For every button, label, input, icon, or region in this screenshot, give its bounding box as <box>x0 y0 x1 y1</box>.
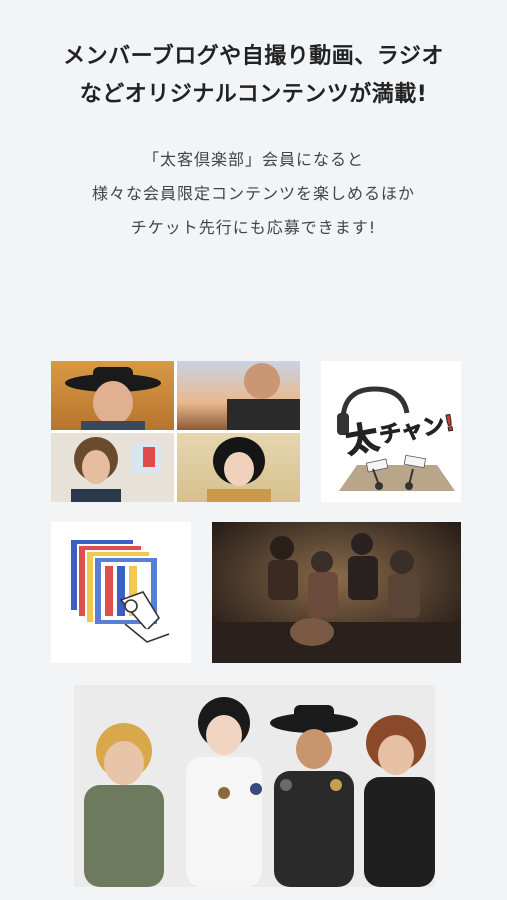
band-photo-image <box>74 685 435 887</box>
description: 「太客倶楽部」会員になると 様々な会員限定コンテンツを楽しめるほか チケット先行… <box>0 143 507 245</box>
headline-line-1: メンバーブログや自撮り動画、ラジオ <box>63 44 444 69</box>
live-photo-image <box>212 522 461 663</box>
video-cell-hat-member <box>51 361 174 430</box>
radio-logo-small-text: チャン! <box>378 411 457 449</box>
radio-logo-image: 太 チャン! <box>321 361 461 502</box>
video-call-image <box>51 361 300 502</box>
radio-logo-big-text: 太 <box>343 418 381 461</box>
club-logo-image <box>51 522 191 663</box>
headline-line-2: などオリジナルコンテンツが満載! <box>79 82 428 107</box>
video-cell-curly-member <box>51 433 174 502</box>
description-line-3: チケット先行にも応募できます! <box>130 218 377 237</box>
video-cell-bob-member <box>177 433 300 502</box>
description-line-1: 「太客倶楽部」会員になると <box>142 150 364 169</box>
description-line-2: 様々な会員限定コンテンツを楽しめるほか <box>91 184 415 203</box>
headline: メンバーブログや自撮り動画、ラジオ などオリジナルコンテンツが満載! <box>0 38 507 114</box>
video-cell-member-2 <box>177 361 300 430</box>
